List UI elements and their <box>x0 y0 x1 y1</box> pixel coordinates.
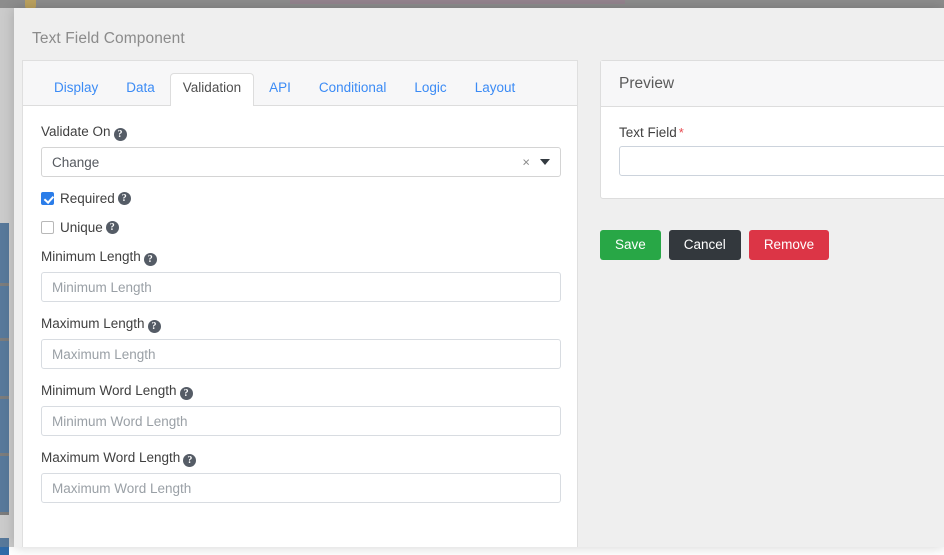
validate-on-label: Validate On? <box>41 124 561 141</box>
validate-on-group: Validate On? Change × <box>41 124 561 177</box>
preview-panel: Preview Text Field * <box>600 60 944 199</box>
validate-on-value: Change <box>52 154 100 170</box>
minimum-word-length-label: Minimum Word Length? <box>41 383 561 400</box>
clear-icon[interactable]: × <box>522 156 530 169</box>
help-icon[interactable]: ? <box>179 387 193 400</box>
unique-label: Unique <box>60 220 103 235</box>
maximum-word-length-label: Maximum Word Length? <box>41 450 561 467</box>
tab-bar: Display Data Validation API Conditional … <box>23 61 577 106</box>
required-checkbox[interactable] <box>41 192 54 205</box>
component-edit-modal: Text Field Component Display Data Valida… <box>14 8 944 547</box>
maximum-length-input[interactable] <box>41 339 561 369</box>
minimum-word-length-group: Minimum Word Length? <box>41 383 561 436</box>
minimum-length-label-text: Minimum Length <box>41 249 141 264</box>
tab-api[interactable]: API <box>256 73 304 105</box>
help-icon[interactable]: ? <box>117 192 131 205</box>
minimum-word-length-label-text: Minimum Word Length <box>41 383 177 398</box>
help-icon[interactable]: ? <box>105 221 119 234</box>
minimum-length-input[interactable] <box>41 272 561 302</box>
validate-on-label-text: Validate On <box>41 124 111 139</box>
minimum-length-group: Minimum Length? <box>41 249 561 302</box>
preview-text-field-input[interactable] <box>619 146 944 176</box>
preview-body: Text Field * <box>601 107 944 198</box>
tab-conditional[interactable]: Conditional <box>306 73 400 105</box>
maximum-word-length-group: Maximum Word Length? <box>41 450 561 503</box>
minimum-word-length-input[interactable] <box>41 406 561 436</box>
tab-data[interactable]: Data <box>113 73 168 105</box>
tab-logic[interactable]: Logic <box>401 73 459 105</box>
help-icon[interactable]: ? <box>147 320 161 333</box>
help-icon[interactable]: ? <box>113 128 127 141</box>
settings-panel: Display Data Validation API Conditional … <box>22 60 578 547</box>
tab-validation[interactable]: Validation <box>169 73 255 106</box>
help-icon[interactable]: ? <box>143 253 157 266</box>
maximum-word-length-input[interactable] <box>41 473 561 503</box>
minimum-length-label: Minimum Length? <box>41 249 561 266</box>
maximum-length-label-text: Maximum Length <box>41 316 145 331</box>
preview-field-label: Text Field * <box>619 125 944 140</box>
maximum-word-length-label-text: Maximum Word Length <box>41 450 181 465</box>
required-marker: * <box>678 125 684 140</box>
preview-header: Preview <box>601 61 944 107</box>
tab-layout[interactable]: Layout <box>462 73 529 105</box>
unique-row: Unique ? <box>41 220 561 235</box>
chevron-down-icon[interactable] <box>540 159 550 165</box>
page-title: Text Field Component <box>32 30 185 47</box>
required-label: Required <box>60 191 115 206</box>
validation-form: Validate On? Change × Required ? Unique … <box>23 106 577 503</box>
help-icon[interactable]: ? <box>183 454 197 467</box>
required-row: Required ? <box>41 191 561 206</box>
tab-display[interactable]: Display <box>41 73 111 105</box>
maximum-length-label: Maximum Length? <box>41 316 561 333</box>
action-buttons: Save Cancel Remove <box>600 230 830 260</box>
save-button[interactable]: Save <box>600 230 661 260</box>
validate-on-select[interactable]: Change × <box>41 147 561 177</box>
unique-checkbox[interactable] <box>41 221 54 234</box>
maximum-length-group: Maximum Length? <box>41 316 561 369</box>
cancel-button[interactable]: Cancel <box>668 230 741 260</box>
preview-field-label-text: Text Field <box>619 125 677 140</box>
remove-button[interactable]: Remove <box>748 230 830 260</box>
